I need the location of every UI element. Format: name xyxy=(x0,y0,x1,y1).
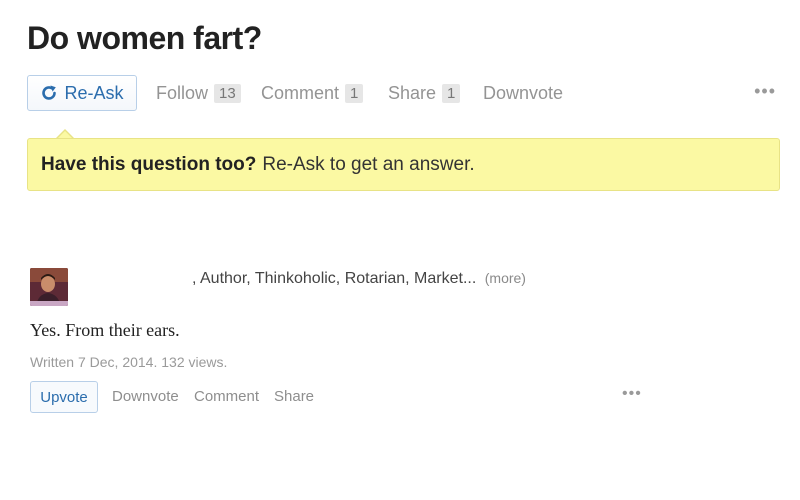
credentials-more-link[interactable]: (more) xyxy=(485,270,526,286)
avatar[interactable] xyxy=(30,268,68,306)
answer-downvote-button[interactable]: Downvote xyxy=(112,388,179,405)
share-label: Share xyxy=(388,83,437,103)
question-title: Do women fart? xyxy=(27,20,262,56)
author-credentials: , Author, Thinkoholic, Rotarian, Market.… xyxy=(192,270,526,288)
more-horizontal-icon[interactable]: ••• xyxy=(754,81,776,102)
share-count: 1 xyxy=(442,84,461,103)
answer-share-button[interactable]: Share xyxy=(274,388,314,405)
answer-text: Yes. From their ears. xyxy=(30,320,180,340)
comment-button[interactable]: Comment 1 xyxy=(261,83,364,104)
share-button[interactable]: Share 1 xyxy=(388,83,461,104)
answer-meta: Written 7 Dec, 2014. 132 views. xyxy=(30,354,228,370)
answer-comment-button[interactable]: Comment xyxy=(194,388,259,405)
question-page: Do women fart? Re-Ask Follow 13 Comment … xyxy=(0,0,800,500)
follow-label: Follow xyxy=(156,83,209,103)
credentials-text: , Author, Thinkoholic, Rotarian, Market.… xyxy=(192,270,477,287)
comment-label: Comment xyxy=(261,83,340,103)
follow-count: 13 xyxy=(214,84,241,103)
notice-bold-text: Have this question too? xyxy=(41,153,257,175)
more-horizontal-icon[interactable]: ••• xyxy=(622,385,642,403)
comment-count: 1 xyxy=(345,84,364,103)
answer-action-bar: Upvote Downvote Comment Share ••• xyxy=(30,381,660,413)
downvote-label: Downvote xyxy=(483,83,564,103)
downvote-button[interactable]: Downvote xyxy=(483,83,563,104)
question-action-bar: Re-Ask Follow 13 Comment 1 Share 1 Downv… xyxy=(27,75,780,113)
refresh-icon xyxy=(40,84,58,102)
notice-text: Re-Ask to get an answer. xyxy=(262,153,475,175)
reask-label: Re-Ask xyxy=(64,82,124,103)
upvote-button[interactable]: Upvote xyxy=(30,381,98,413)
reask-notice-banner: Have this question too? Re-Ask to get an… xyxy=(27,138,780,191)
reask-button[interactable]: Re-Ask xyxy=(27,75,137,111)
follow-button[interactable]: Follow 13 xyxy=(156,83,241,104)
